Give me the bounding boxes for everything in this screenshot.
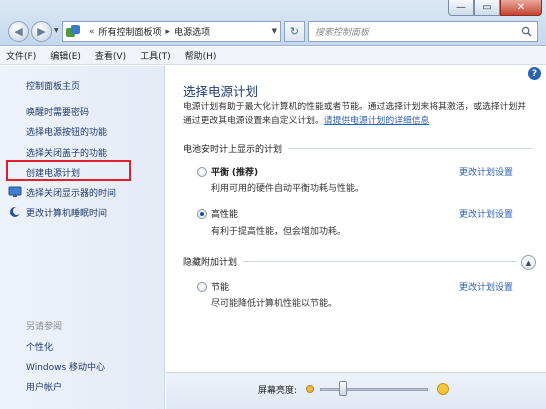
hidden-plans-heading: 隐藏附加计划 [183, 257, 238, 268]
bright-sun-icon [437, 383, 449, 395]
address-bar[interactable]: « 所有控制面板项 ▸ 电源选项 ▼ [62, 21, 281, 42]
maximize-button[interactable]: ▭ [474, 0, 500, 16]
plan-balanced-desc: 利用可用的硬件自动平衡功耗与性能。 [211, 184, 365, 194]
control-panel-icon [66, 25, 81, 38]
plan-high-performance-desc: 有利于提高性能，但会增加功耗。 [211, 227, 347, 237]
see-also-personalization[interactable]: 个性化 [26, 340, 53, 353]
collapse-hidden-plans-button[interactable]: ▲ [521, 255, 536, 270]
breadcrumb-overflow[interactable]: « [89, 27, 95, 37]
forward-arrow-icon: ▶ [37, 25, 46, 38]
plan-details-link[interactable]: 请提供电源计划的详细信息 [324, 116, 430, 126]
back-arrow-icon: ◀ [14, 25, 23, 38]
plan-high-performance-radio[interactable] [197, 209, 207, 219]
brightness-slider-track[interactable] [320, 388, 428, 391]
sidebar-item-wake-password[interactable]: 唤醒时需要密码 [26, 105, 89, 118]
page-description: 电源计划有助于最大化计算机的性能或者节能。通过选择计划来将其激活，或选择计划并通… [183, 100, 533, 128]
menu-view[interactable]: 查看(V) [95, 49, 126, 62]
page-title: 选择电源计划 [183, 84, 259, 99]
change-power-saver-settings-link[interactable]: 更改计划设置 [459, 280, 513, 293]
forward-button[interactable]: ▶ [31, 21, 52, 42]
group-divider [288, 147, 533, 149]
address-dropdown-icon[interactable]: ▼ [272, 27, 277, 35]
see-also-mobility-center[interactable]: Windows 移动中心 [26, 360, 105, 373]
search-placeholder: 搜索控制面板 [315, 28, 370, 38]
sleep-moon-icon [10, 207, 21, 217]
highlight-box [6, 160, 131, 181]
plan-power-saver-desc: 尽可能降低计算机性能以节能。 [211, 299, 338, 309]
menu-help[interactable]: 帮助(H) [185, 49, 217, 62]
plan-power-saver-radio[interactable] [197, 282, 207, 292]
see-also-heading: 另请参阅 [26, 322, 63, 332]
sidebar-item-display-off-time[interactable]: 选择关闭显示器的时间 [26, 186, 116, 199]
help-icon[interactable]: ? [528, 67, 541, 80]
menu-file[interactable]: 文件(F) [6, 49, 36, 62]
see-also-user-accounts[interactable]: 用户帐户 [26, 380, 62, 393]
chevron-up-icon: ▲ [525, 258, 532, 267]
breadcrumb-all-items[interactable]: 所有控制面板项 [99, 25, 162, 38]
sidebar-item-lid-close[interactable]: 选择关闭盖子的功能 [26, 146, 107, 159]
brightness-slider-thumb[interactable] [339, 381, 347, 396]
dim-sun-icon [306, 385, 314, 393]
battery-plans-group: 电池安时计上显示的计划 [183, 142, 533, 155]
plan-balanced-radio[interactable] [197, 167, 207, 177]
brightness-label: 屏幕亮度: [258, 386, 298, 396]
plan-power-saver-name[interactable]: 节能 [211, 280, 229, 293]
sidebar-item-sleep-time[interactable]: 更改计算机睡眠时间 [26, 206, 107, 219]
battery-plans-heading: 电池安时计上显示的计划 [183, 144, 283, 155]
breadcrumb-power-options[interactable]: 电源选项 [174, 25, 210, 38]
group-divider [243, 260, 517, 262]
recent-pages-dropdown[interactable]: ▼ [54, 27, 59, 34]
monitor-icon [8, 186, 22, 197]
breadcrumb-separator-icon[interactable]: ▸ [166, 27, 171, 37]
sidebar: 控制面板主页 唤醒时需要密码 选择电源按钮的功能 选择关闭盖子的功能 创建电源计… [0, 66, 165, 409]
plan-balanced-recommended: (推荐) [231, 168, 259, 178]
refresh-icon: ↻ [289, 25, 300, 38]
menu-bar: 文件(F) 编辑(E) 查看(V) 工具(T) 帮助(H) [0, 47, 546, 65]
change-high-performance-settings-link[interactable]: 更改计划设置 [459, 207, 513, 220]
close-button[interactable]: ✕ [500, 0, 542, 16]
plan-balanced-name[interactable]: 平衡 (推荐) [211, 165, 258, 178]
hidden-plans-group: 隐藏附加计划 [183, 255, 517, 268]
menu-tools[interactable]: 工具(T) [140, 49, 171, 62]
plan-high-performance-name[interactable]: 高性能 [211, 207, 238, 220]
sidebar-control-panel-home[interactable]: 控制面板主页 [26, 79, 80, 92]
search-input[interactable]: 搜索控制面板 [308, 21, 538, 42]
menu-edit[interactable]: 编辑(E) [50, 49, 81, 62]
window-controls: — ▭ ✕ [448, 0, 542, 16]
search-icon [521, 26, 532, 37]
minimize-button[interactable]: — [448, 0, 474, 16]
sidebar-item-power-buttons[interactable]: 选择电源按钮的功能 [26, 125, 107, 138]
change-balanced-settings-link[interactable]: 更改计划设置 [459, 165, 513, 178]
back-button[interactable]: ◀ [8, 21, 29, 42]
refresh-button[interactable]: ↻ [284, 21, 305, 42]
plan-balanced-label: 平衡 [211, 168, 230, 178]
